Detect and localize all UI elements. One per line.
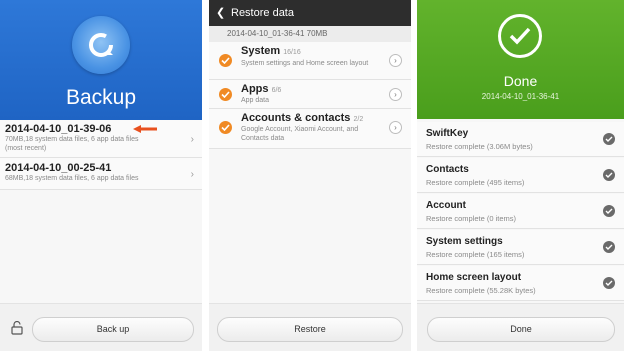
checkbox-checked-icon[interactable]	[219, 54, 232, 67]
restore-item[interactable]: System 16/16 System settings and Home sc…	[209, 42, 411, 80]
chevron-right-icon[interactable]: ›	[389, 88, 402, 101]
restore-item-desc: Google Account, Xiaomi Account, and Cont…	[241, 126, 359, 142]
chevron-right-icon[interactable]: ›	[389, 121, 402, 134]
restore-item-count: 6/6	[271, 87, 282, 94]
screenshot-root: Backup 2014-04-10_01-39-06 70MB,18 syste…	[0, 0, 624, 351]
backup-item-detail: 68MB,18 system data files, 6 app data fi…	[5, 175, 139, 182]
arrow-left-icon	[133, 125, 157, 133]
checkbox-checked-icon[interactable]	[219, 121, 232, 134]
back-arrow-icon[interactable]: ❮	[216, 6, 225, 19]
result-item-status: Restore complete (0 items)	[426, 214, 517, 223]
backup-item[interactable]: 2014-04-10_01-39-06 70MB,18 system data …	[0, 120, 202, 158]
restore-subtitle: 2014-04-10_01-36-41 70MB	[209, 26, 411, 42]
chevron-right-icon: ›	[190, 168, 194, 180]
checkmark-icon	[498, 14, 542, 58]
backup-title: Backup	[65, 86, 137, 109]
done-title: Done	[503, 73, 538, 89]
back-up-button[interactable]: Back up	[32, 317, 194, 342]
done-bottom-bar: Done	[417, 303, 624, 351]
restore-title: Restore data	[231, 7, 294, 19]
restore-item-label: Accounts & contacts	[241, 112, 351, 124]
checkbox-checked-icon[interactable]	[219, 88, 232, 101]
done-button[interactable]: Done	[427, 317, 615, 342]
backup-item-name: 2014-04-10_01-39-06	[5, 123, 112, 135]
restore-item-count: 16/16	[283, 49, 301, 56]
result-item-status: Restore complete (495 items)	[426, 178, 525, 187]
result-item-status: Restore complete (55.28K bytes)	[426, 286, 536, 295]
check-icon	[603, 277, 615, 289]
result-item: SwiftKey Restore complete (3.06M bytes)	[417, 122, 624, 157]
backup-bottom-bar: Back up	[0, 303, 202, 351]
backup-item-detail: 70MB,18 system data files, 6 app data fi…	[5, 136, 139, 143]
result-item-label: System settings	[426, 236, 503, 247]
check-icon	[603, 241, 615, 253]
result-item: Account Restore complete (0 items)	[417, 194, 624, 229]
restore-item-count: 2/2	[353, 116, 364, 123]
restore-item[interactable]: Accounts & contacts 2/2 Google Account, …	[209, 109, 411, 149]
restore-button[interactable]: Restore	[217, 317, 403, 342]
backup-screen: Backup 2014-04-10_01-39-06 70MB,18 syste…	[0, 0, 202, 351]
backup-item-name: 2014-04-10_00-25-41	[5, 162, 112, 174]
restore-items: System 16/16 System settings and Home sc…	[209, 42, 411, 149]
done-date: 2014-04-10_01-36-41	[481, 92, 560, 101]
result-item-label: Account	[426, 200, 466, 211]
restore-item-desc: App data	[241, 97, 270, 104]
result-item: Contacts Restore complete (495 items)	[417, 158, 624, 193]
chevron-right-icon: ›	[190, 133, 194, 145]
done-header: Done 2014-04-10_01-36-41	[417, 0, 624, 119]
restore-bottom-bar: Restore	[209, 303, 411, 351]
backup-item[interactable]: 2014-04-10_00-25-41 68MB,18 system data …	[0, 158, 202, 190]
result-item-status: Restore complete (3.06M bytes)	[426, 142, 533, 151]
restore-item-label: Apps	[241, 83, 269, 95]
result-item-label: SwiftKey	[426, 128, 469, 139]
restore-item-desc: System settings and Home screen layout	[241, 60, 369, 67]
check-icon	[603, 133, 615, 145]
backup-item-note: (most recent)	[5, 145, 47, 152]
result-item: Home screen layout Restore complete (55.…	[417, 266, 624, 301]
result-item: System settings Restore complete (165 it…	[417, 230, 624, 265]
done-screen: Done 2014-04-10_01-36-41 SwiftKey Restor…	[417, 0, 624, 351]
result-item-label: Home screen layout	[426, 272, 522, 283]
backup-list: 2014-04-10_01-39-06 70MB,18 system data …	[0, 120, 202, 190]
restore-screen: ❮ Restore data 2014-04-10_01-36-41 70MB …	[209, 0, 411, 351]
result-item-status: Restore complete (165 items)	[426, 250, 525, 259]
unlock-icon[interactable]	[10, 320, 26, 335]
check-icon	[603, 205, 615, 217]
check-icon	[603, 169, 615, 181]
restore-header: ❮ Restore data	[209, 0, 411, 26]
backup-logo-icon	[72, 16, 130, 74]
result-item-label: Contacts	[426, 164, 469, 175]
chevron-right-icon[interactable]: ›	[389, 54, 402, 67]
backup-header: Backup	[0, 0, 202, 120]
restore-item[interactable]: Apps 6/6 App data ›	[209, 80, 411, 109]
restore-item-label: System	[241, 45, 281, 57]
